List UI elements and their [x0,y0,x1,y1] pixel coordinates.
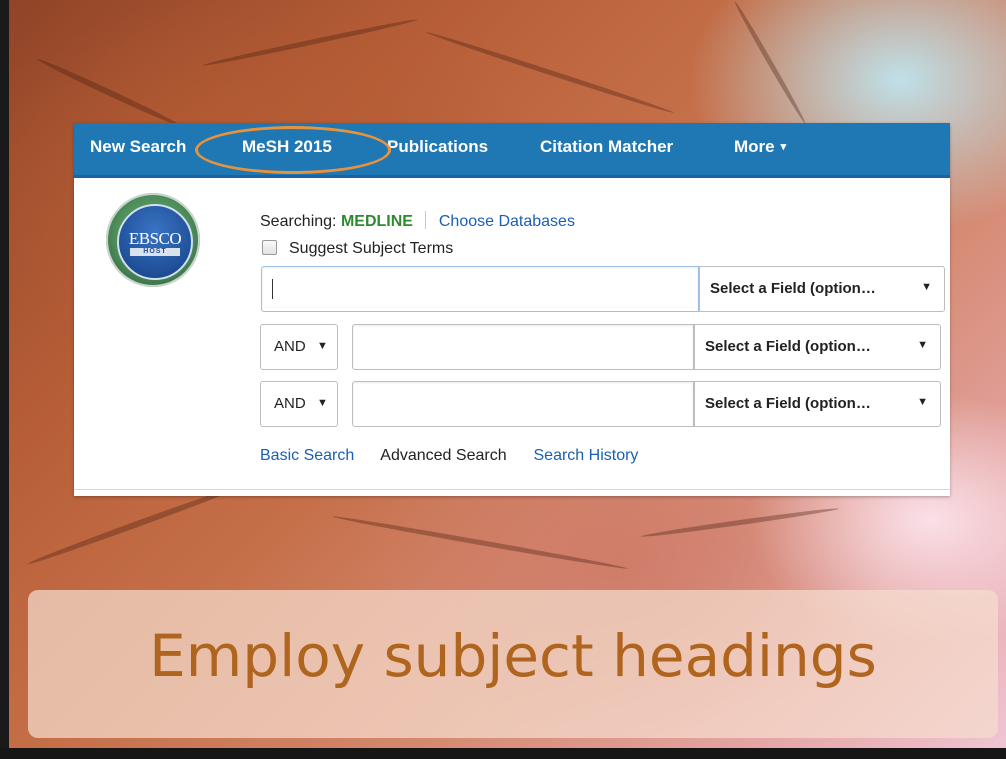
slide-frame-bottom [0,748,1006,759]
panel-divider [74,489,950,490]
logo-text: EBSCO [128,229,182,248]
field-select-1[interactable]: Select a Field (option… ▼ [699,266,945,312]
search-input-3[interactable] [352,381,694,427]
suggest-subject-terms-checkbox[interactable] [262,240,277,255]
separator [425,211,427,229]
chevron-down-icon: ▼ [921,281,932,293]
field-select-label: Select a Field (option… [705,395,871,412]
field-select-2[interactable]: Select a Field (option… ▼ [694,324,941,370]
rock-crack [331,513,629,572]
nav-new-search[interactable]: New Search [90,137,186,157]
field-select-3[interactable]: Select a Field (option… ▼ [694,381,941,427]
rock-crack [36,56,184,130]
search-mode-links: Basic Search Advanced Search Search Hist… [260,447,638,465]
boolean-operator-select-2[interactable]: AND ▼ [260,324,338,370]
chevron-down-icon: ▼ [317,397,328,409]
rock-crack [732,0,808,125]
searching-label: Searching: [260,213,337,230]
boolean-operator-label: AND [274,338,306,355]
field-select-label: Select a Field (option… [705,338,871,355]
nav-more-label: More [734,137,775,156]
basic-search-link[interactable]: Basic Search [260,447,354,464]
suggest-subject-terms: Suggest Subject Terms [262,240,453,258]
logo-subtext: HOST [130,248,180,256]
slide-caption: Employ subject headings [149,622,877,690]
rock-crack [640,506,840,539]
advanced-search-current: Advanced Search [380,447,507,464]
database-name: MEDLINE [340,213,413,230]
search-row-3: AND ▼ Select a Field (option… ▼ [74,381,950,427]
boolean-operator-label: AND [274,395,306,412]
searching-line: Searching: MEDLINE Choose Databases [260,211,575,231]
top-navigation-bar: New Search MeSH 2015 Publications Citati… [74,123,950,178]
nav-citation-matcher[interactable]: Citation Matcher [540,137,673,157]
slide-frame-left [0,0,9,759]
text-cursor [272,279,273,299]
nav-mesh-2015[interactable]: MeSH 2015 [242,137,332,157]
field-select-label: Select a Field (option… [710,280,876,297]
choose-databases-link[interactable]: Choose Databases [439,213,575,230]
search-row-2: AND ▼ Select a Field (option… ▼ [74,324,950,370]
search-input-1[interactable] [261,266,699,312]
chevron-down-icon: ▼ [317,340,328,352]
search-history-link[interactable]: Search History [534,447,639,464]
caption-box: Employ subject headings [28,590,998,738]
suggest-subject-terms-label: Suggest Subject Terms [289,240,454,257]
chevron-down-icon: ▼ [917,339,928,351]
rock-crack [201,17,419,68]
ebsco-search-panel: New Search MeSH 2015 Publications Citati… [74,123,950,496]
rock-crack [425,29,675,116]
chevron-down-icon: ▼ [917,396,928,408]
boolean-operator-select-3[interactable]: AND ▼ [260,381,338,427]
chevron-down-icon: ▾ [780,141,787,153]
nav-publications[interactable]: Publications [387,137,488,157]
search-input-2[interactable] [352,324,694,370]
nav-more[interactable]: More ▾ [734,137,786,157]
search-row-1: Select a Field (option… ▼ [74,266,950,312]
